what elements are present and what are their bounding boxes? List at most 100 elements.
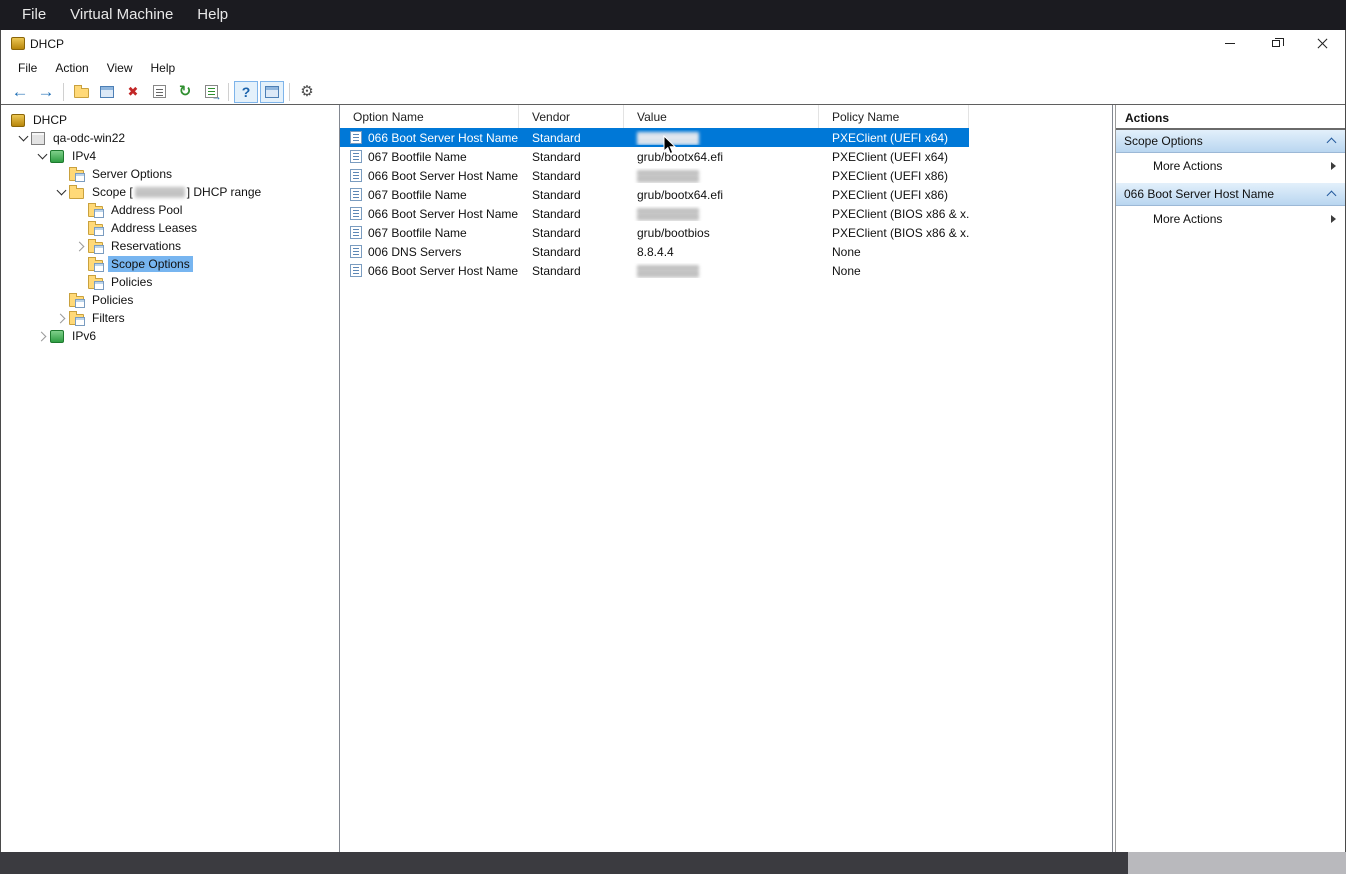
policy-name-cell: PXEClient (BIOS x86 & x...	[819, 207, 969, 221]
console-tree-pane: DHCPqa-odc-win22IPv4Server OptionsScope …	[1, 105, 340, 852]
actions-title: Actions	[1116, 105, 1345, 130]
folder-table-icon	[88, 260, 103, 271]
folder-table-icon	[69, 170, 84, 181]
column-header-policy-name[interactable]: Policy Name	[819, 105, 969, 128]
tree-item-qa-odc-win22[interactable]: qa-odc-win22	[1, 129, 339, 147]
up-one-level-button[interactable]	[69, 81, 93, 103]
folder-table-icon	[88, 224, 103, 235]
properties-button[interactable]	[147, 81, 171, 103]
table-row[interactable]: 066 Boot Server Host NameStandardPXEClie…	[340, 204, 969, 223]
forward-button[interactable]: →	[34, 81, 58, 103]
redacted-value	[637, 132, 699, 145]
tree-item-label: Reservations	[108, 238, 184, 254]
tree-item-address-pool[interactable]: Address Pool	[1, 201, 339, 219]
option-name-text: 066 Boot Server Host Name	[368, 131, 518, 145]
toolbar: ←→ ✖ ↻? ⚙	[1, 79, 1345, 105]
titlebar: DHCP	[1, 30, 1345, 57]
host-menu-help[interactable]: Help	[185, 0, 240, 30]
expander-right-icon[interactable]	[53, 310, 69, 326]
close-icon	[1317, 38, 1328, 49]
folder-table-icon	[88, 242, 103, 253]
gear-button[interactable]: ⚙	[295, 81, 319, 103]
policy-name-cell: PXEClient (UEFI x64)	[819, 131, 969, 145]
toolbar-separator	[289, 83, 290, 101]
expander-down-icon[interactable]	[34, 148, 50, 164]
expander-down-icon[interactable]	[15, 130, 31, 146]
option-name-text: 067 Bootfile Name	[368, 226, 467, 240]
close-button[interactable]	[1299, 30, 1345, 57]
table-row[interactable]: 066 Boot Server Host NameStandardNone	[340, 261, 969, 280]
tree-item-label: Filters	[89, 310, 128, 326]
actions-sections: Scope OptionsMore Actions066 Boot Server…	[1116, 130, 1345, 236]
option-name-cell: 066 Boot Server Host Name	[340, 207, 519, 221]
help-button[interactable]: ?	[234, 81, 258, 103]
server-icon	[31, 132, 45, 145]
tree-item-label: Policies	[108, 274, 155, 290]
folder-table-icon	[88, 206, 103, 217]
tree-item-server-options[interactable]: Server Options	[1, 165, 339, 183]
refresh-button[interactable]: ↻	[173, 81, 197, 103]
table-row[interactable]: 067 Bootfile NameStandardgrub/bootx64.ef…	[340, 185, 969, 204]
column-header-option-name[interactable]: Option Name	[340, 105, 519, 128]
actions-section-title: Scope Options	[1124, 134, 1203, 148]
table-row[interactable]: 066 Boot Server Host NameStandardPXEClie…	[340, 166, 969, 185]
chevron-up-icon[interactable]	[1323, 133, 1339, 149]
back-button[interactable]: ←	[8, 81, 32, 103]
folder-table-icon	[88, 278, 103, 289]
option-name-cell: 066 Boot Server Host Name	[340, 264, 519, 278]
expander-right-icon[interactable]	[34, 328, 50, 344]
actions-section-066-boot-server-host-name: 066 Boot Server Host NameMore Actions	[1116, 183, 1345, 232]
show-window-button[interactable]	[95, 81, 119, 103]
export-list-button[interactable]	[199, 81, 223, 103]
ip-node-icon	[50, 150, 64, 163]
tree-item-policies[interactable]: Policies	[1, 291, 339, 309]
maximize-button[interactable]	[1253, 30, 1299, 57]
actions-section-header-066-boot-server-host-name[interactable]: 066 Boot Server Host Name	[1116, 183, 1345, 206]
value-cell: 8.8.4.4	[624, 245, 819, 259]
ip-node-icon	[50, 330, 64, 343]
table-row[interactable]: 067 Bootfile NameStandardgrub/bootbiosPX…	[340, 223, 969, 242]
option-name-cell: 067 Bootfile Name	[340, 226, 519, 240]
folder-table-icon	[69, 296, 84, 307]
menu-view[interactable]: View	[98, 57, 142, 79]
menu-help[interactable]: Help	[142, 57, 185, 79]
tree-item-scope-policies[interactable]: Policies	[1, 273, 339, 291]
tree-item-ipv6[interactable]: IPv6	[1, 327, 339, 345]
table-row[interactable]: 067 Bootfile NameStandardgrub/bootx64.ef…	[340, 147, 969, 166]
policy-name-cell: PXEClient (UEFI x86)	[819, 169, 969, 183]
properties-icon	[153, 85, 166, 98]
menubar: FileActionViewHelp	[1, 57, 1345, 79]
column-header-value[interactable]: Value	[624, 105, 819, 128]
column-header-vendor[interactable]: Vendor	[519, 105, 624, 128]
menu-action[interactable]: Action	[46, 57, 97, 79]
actions-section-header-scope-options[interactable]: Scope Options	[1116, 130, 1345, 153]
option-icon	[350, 150, 362, 163]
tree-item-label: Server Options	[89, 166, 175, 182]
tree-item-dhcp[interactable]: DHCP	[1, 111, 339, 129]
minimize-button[interactable]	[1207, 30, 1253, 57]
option-name-text: 066 Boot Server Host Name	[368, 264, 518, 278]
show-console-tree-button[interactable]	[260, 81, 284, 103]
action-item-more-actions[interactable]: More Actions	[1116, 206, 1345, 232]
delete-button[interactable]: ✖	[121, 81, 145, 103]
tree-item-scope-options[interactable]: Scope Options	[1, 255, 339, 273]
expander-down-icon[interactable]	[53, 184, 69, 200]
tree-item-reservations[interactable]: Reservations	[1, 237, 339, 255]
bottom-bar-right	[1128, 852, 1346, 874]
table-row[interactable]: 006 DNS ServersStandard8.8.4.4None	[340, 242, 969, 261]
chevron-up-icon[interactable]	[1323, 186, 1339, 202]
tree-item-ipv4[interactable]: IPv4	[1, 147, 339, 165]
vendor-cell: Standard	[519, 226, 624, 240]
host-menu-virtual-machine[interactable]: Virtual Machine	[58, 0, 185, 30]
tree-item-scope[interactable]: Scope [] DHCP range	[1, 183, 339, 201]
action-item-more-actions[interactable]: More Actions	[1116, 153, 1345, 179]
tree-item-address-leases[interactable]: Address Leases	[1, 219, 339, 237]
option-name-text: 066 Boot Server Host Name	[368, 207, 518, 221]
table-row[interactable]: 066 Boot Server Host NameStandardPXEClie…	[340, 128, 969, 147]
host-menu-file[interactable]: File	[10, 0, 58, 30]
redacted-value	[637, 170, 699, 183]
tree-item-filters[interactable]: Filters	[1, 309, 339, 327]
menu-file[interactable]: File	[9, 57, 46, 79]
expander-right-icon[interactable]	[72, 238, 88, 254]
list-body: 066 Boot Server Host NameStandardPXEClie…	[340, 128, 1112, 280]
